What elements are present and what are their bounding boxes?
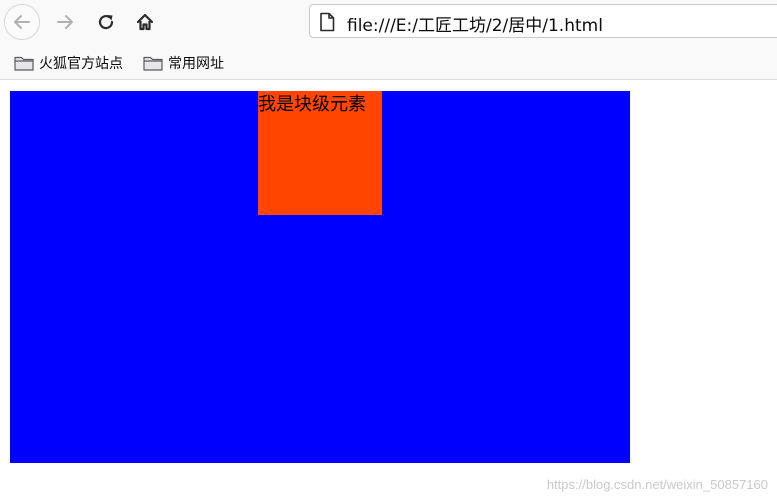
bookmark-label: 火狐官方站点 (39, 56, 123, 72)
bookmarks-toolbar: 火狐官方站点 常用网址 (0, 44, 777, 80)
reload-button[interactable] (88, 4, 124, 40)
forward-button[interactable] (47, 4, 83, 40)
folder-icon (14, 56, 34, 71)
folder-icon (143, 56, 163, 71)
bookmark-folder-firefox[interactable]: 火狐官方站点 (14, 53, 123, 73)
browser-toolbar: file:///E:/工匠工坊/2/居中/1.html (0, 0, 777, 44)
bookmark-folder-common[interactable]: 常用网址 (143, 53, 224, 73)
inner-block-text: 我是块级元素 (258, 94, 366, 115)
watermark: https://blog.csdn.net/weixin_50857160 (546, 477, 768, 492)
page-icon (320, 12, 335, 32)
arrow-right-icon (57, 15, 73, 29)
back-button[interactable] (4, 4, 40, 40)
reload-icon (98, 14, 114, 30)
url-text[interactable]: file:///E:/工匠工坊/2/居中/1.html (347, 11, 603, 36)
home-icon (136, 13, 154, 31)
url-bar[interactable]: file:///E:/工匠工坊/2/居中/1.html (309, 4, 777, 38)
bookmark-label: 常用网址 (168, 56, 224, 72)
home-button[interactable] (127, 4, 163, 40)
outer-block: 我是块级元素 (10, 91, 630, 463)
arrow-left-icon (14, 15, 30, 29)
inner-block: 我是块级元素 (258, 91, 382, 215)
page-viewport: 我是块级元素 https://blog.csdn.net/weixin_5085… (0, 81, 777, 500)
